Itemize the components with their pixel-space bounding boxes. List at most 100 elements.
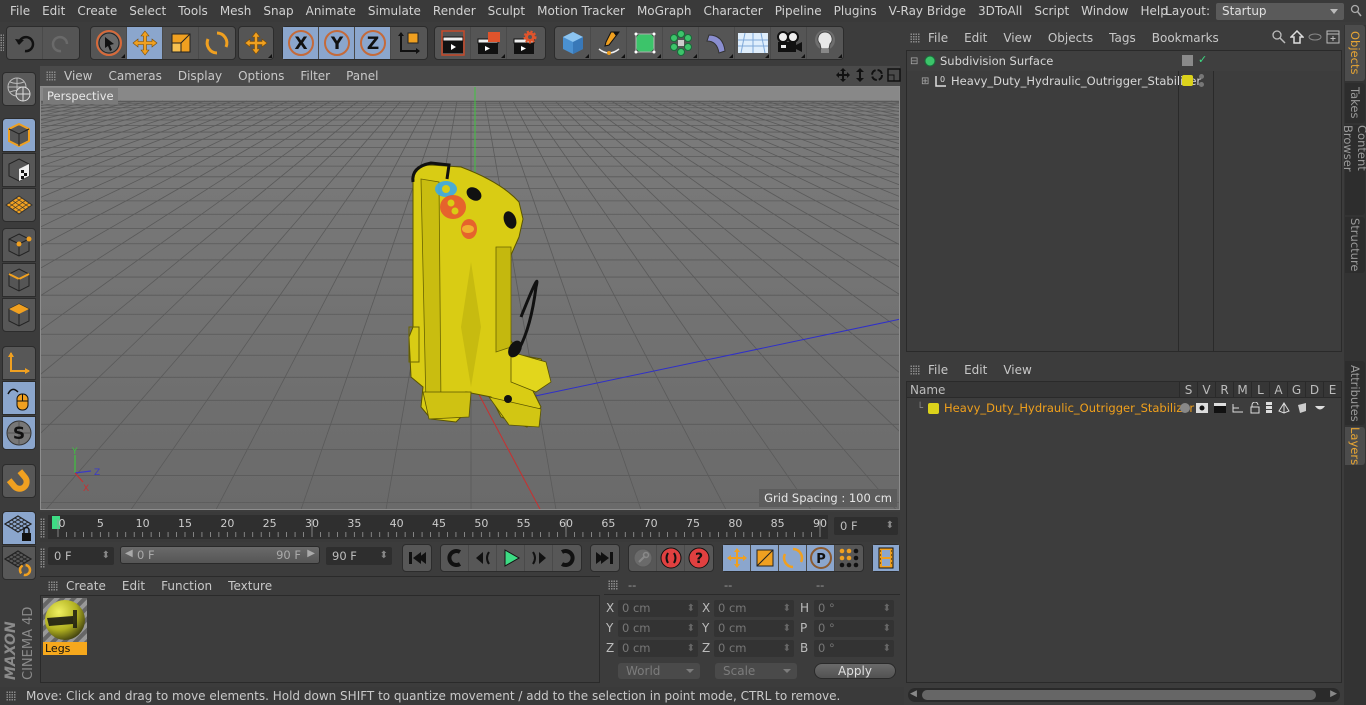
column-s[interactable]: S xyxy=(1179,382,1197,397)
side-tab-layers[interactable]: Layers xyxy=(1345,427,1365,465)
frame-range-slider[interactable]: ◀ 0 F 90 F ▶ xyxy=(120,546,320,564)
previous-key-button[interactable] xyxy=(441,545,469,571)
layer-color-swatch[interactable] xyxy=(928,402,940,414)
viewport-menu-options[interactable]: Options xyxy=(230,69,292,83)
material-menu-texture[interactable]: Texture xyxy=(220,579,280,593)
material-menu-create[interactable]: Create xyxy=(58,579,114,593)
apply-button[interactable]: Apply xyxy=(814,663,896,679)
layer-toggle[interactable] xyxy=(1182,55,1193,66)
menu-mesh[interactable]: Mesh xyxy=(214,4,258,18)
eye-filter-icon[interactable] xyxy=(1308,30,1322,44)
viewport-menu-cameras[interactable]: Cameras xyxy=(100,69,169,83)
previous-frame-button[interactable] xyxy=(469,545,497,571)
points-mode-button[interactable] xyxy=(2,228,36,262)
render-flag-icon[interactable] xyxy=(1214,403,1226,413)
object-menu-view[interactable]: View xyxy=(995,31,1039,45)
key-parameter-button[interactable]: P xyxy=(807,545,835,571)
viewport-menu-filter[interactable]: Filter xyxy=(292,69,338,83)
object-manager-grip[interactable] xyxy=(910,33,920,43)
layer-name[interactable]: Heavy_Duty_Hydraulic_Outrigger_Stabilize… xyxy=(944,401,1194,415)
keyframe-selection-button[interactable]: ? xyxy=(685,545,713,571)
current-frame-field[interactable]: 0 F xyxy=(834,517,898,535)
cloner-button[interactable] xyxy=(663,27,699,59)
object-menu-file[interactable]: File xyxy=(920,31,956,45)
object-menu-tags[interactable]: Tags xyxy=(1101,31,1144,45)
z-axis-lock-button[interactable]: Z xyxy=(355,27,391,59)
size-field[interactable]: 0 cm xyxy=(714,620,794,637)
camera-label[interactable]: Perspective xyxy=(43,88,118,104)
rotation-field[interactable]: 0 ° xyxy=(814,620,894,637)
camera-button[interactable] xyxy=(771,27,807,59)
scroll-left-arrow[interactable]: ◀ xyxy=(910,689,917,699)
column-g[interactable]: G xyxy=(1287,382,1305,397)
key-rotation-button[interactable] xyxy=(779,545,807,571)
layer-menu-file[interactable]: File xyxy=(920,363,956,377)
3d-viewport[interactable]: Y Z X Perspective Grid Spacing : 100 cm xyxy=(40,86,900,510)
side-tab-objects[interactable]: Objects xyxy=(1345,25,1365,81)
menu-tools[interactable]: Tools xyxy=(172,4,214,18)
scale-tool-button[interactable] xyxy=(163,27,199,59)
object-menu-objects[interactable]: Objects xyxy=(1040,31,1101,45)
side-tab-attributes[interactable]: Attributes xyxy=(1345,361,1365,425)
coordinate-mode-dropdown[interactable]: Scale xyxy=(715,663,797,679)
object-row-stabilizer[interactable]: ⊞ 0 Heavy_Duty_Hydraulic_Outrigger_Stabi… xyxy=(907,71,1341,91)
render-settings-button[interactable] xyxy=(507,27,543,59)
material-name-legs[interactable]: Legs xyxy=(43,642,87,655)
manager-flag-icon[interactable] xyxy=(1232,403,1244,413)
menu-window[interactable]: Window xyxy=(1075,4,1134,18)
layer-manager-grip[interactable] xyxy=(910,365,920,375)
enabled-check-icon[interactable]: ✓ xyxy=(1198,53,1207,66)
menu-animate[interactable]: Animate xyxy=(300,4,362,18)
solo-lock-button[interactable] xyxy=(2,511,36,545)
light-button[interactable] xyxy=(807,27,843,59)
render-visibility-dot[interactable] xyxy=(1199,82,1204,87)
key-scale-button[interactable] xyxy=(751,545,779,571)
size-field[interactable]: 0 cm xyxy=(714,640,794,657)
position-field[interactable]: 0 cm xyxy=(618,620,698,637)
menu-select[interactable]: Select xyxy=(123,4,172,18)
workplane-mode-button[interactable] xyxy=(2,188,36,222)
subdivision-surface-button[interactable] xyxy=(627,27,663,59)
key-position-button[interactable] xyxy=(723,545,751,571)
render-picture-viewer-button[interactable] xyxy=(471,27,507,59)
menu-plugins[interactable]: Plugins xyxy=(828,4,883,18)
rotation-field[interactable]: 0 ° xyxy=(814,600,894,617)
viewport-grip[interactable] xyxy=(46,71,56,81)
generator-flag-icon[interactable] xyxy=(1278,402,1290,414)
material-swatch-legs[interactable]: Legs xyxy=(43,598,87,655)
object-name[interactable]: Subdivision Surface xyxy=(940,54,1053,68)
polygons-mode-button[interactable] xyxy=(2,298,36,332)
magnet-button[interactable] xyxy=(2,464,36,498)
column-name[interactable]: Name xyxy=(907,382,1179,397)
side-tab-structure[interactable]: Structure xyxy=(1345,217,1365,273)
zoom-dolly-icon[interactable] xyxy=(853,68,867,82)
new-view-icon[interactable] xyxy=(1326,30,1340,44)
pan-icon[interactable] xyxy=(836,68,850,82)
menu-create[interactable]: Create xyxy=(71,4,123,18)
collapse-toggle[interactable]: ⊟ xyxy=(910,56,920,67)
editor-visibility-dot[interactable] xyxy=(1199,74,1204,79)
live-selection-button[interactable] xyxy=(91,27,127,59)
maximize-view-icon[interactable] xyxy=(887,68,901,82)
side-tab-takes[interactable]: Takes xyxy=(1345,83,1365,123)
scroll-right-arrow[interactable]: ▶ xyxy=(1330,689,1337,699)
range-right-arrow[interactable]: ▶ xyxy=(307,548,315,559)
floor-button[interactable] xyxy=(735,27,771,59)
undo-button[interactable] xyxy=(7,27,43,59)
transport-grip[interactable] xyxy=(40,548,45,568)
animation-flag-icon[interactable] xyxy=(1266,402,1272,414)
size-field[interactable]: 0 cm xyxy=(714,600,794,617)
render-view-button[interactable] xyxy=(435,27,471,59)
bend-deformer-button[interactable] xyxy=(699,27,735,59)
object-name[interactable]: Heavy_Duty_Hydraulic_Outrigger_Stabilize… xyxy=(951,74,1201,88)
solo-mode-button[interactable] xyxy=(2,546,36,580)
end-frame-field[interactable]: 90 F xyxy=(326,547,392,565)
recent-move-button[interactable] xyxy=(239,27,273,59)
pen-spline-button[interactable] xyxy=(591,27,627,59)
rotate-tool-button[interactable] xyxy=(199,27,235,59)
menu-v-ray-bridge[interactable]: V-Ray Bridge xyxy=(883,4,972,18)
object-row-subdivision[interactable]: ⊟ Subdivision Surface ✓ xyxy=(907,51,1341,71)
viewport-menu-view[interactable]: View xyxy=(56,69,100,83)
viewport-menu-display[interactable]: Display xyxy=(170,69,230,83)
layer-color-swatch[interactable] xyxy=(1182,75,1193,86)
